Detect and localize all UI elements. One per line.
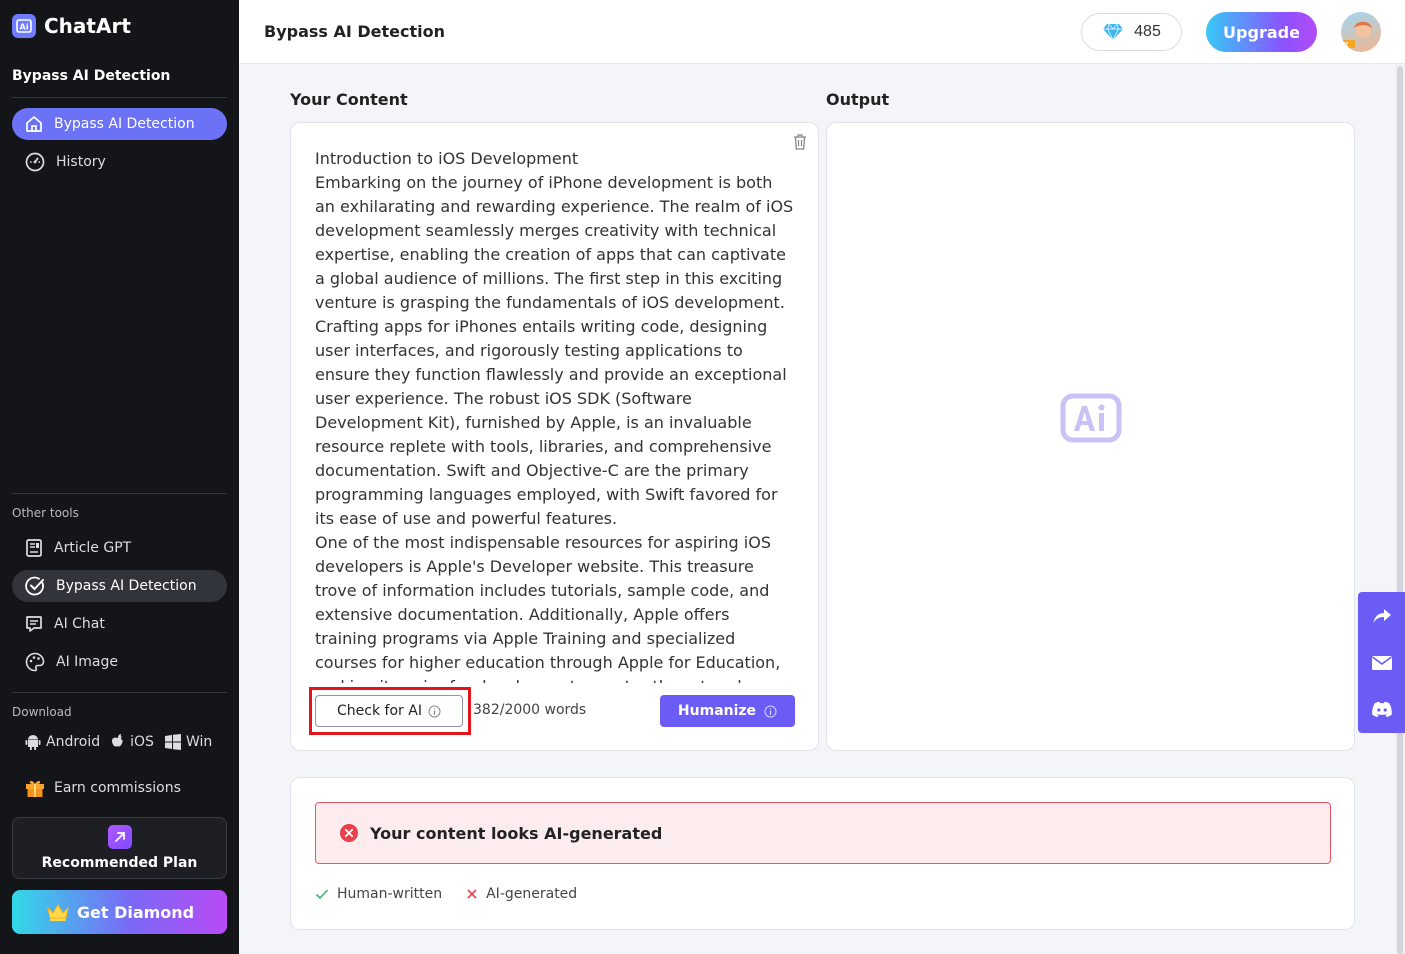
ai-placeholder-icon xyxy=(1060,393,1122,448)
chat-icon xyxy=(26,616,42,632)
check-for-ai-button[interactable]: Check for AI xyxy=(315,695,463,727)
mail-icon xyxy=(1371,655,1392,670)
upgrade-button[interactable]: Upgrade xyxy=(1206,12,1317,52)
download-label-text: iOS xyxy=(130,734,154,750)
article-icon xyxy=(26,539,42,557)
chatart-logo-icon: Ai xyxy=(12,14,36,38)
detection-result-panel: Your content looks AI-generated Human-wr… xyxy=(290,777,1355,930)
check-icon xyxy=(315,889,329,900)
download-android[interactable]: Android xyxy=(24,733,100,751)
android-icon xyxy=(25,735,41,750)
word-count: 382/2000 words xyxy=(473,702,587,718)
history-icon xyxy=(25,152,45,172)
legend-ai-generated: AI-generated xyxy=(466,886,577,902)
avatar[interactable]: X xyxy=(1341,12,1381,52)
info-icon xyxy=(428,705,441,717)
diamond-balance[interactable]: 485 xyxy=(1081,13,1182,51)
svg-text:Ai: Ai xyxy=(20,23,29,32)
sidebar-item-label: History xyxy=(56,154,106,170)
app-logo[interactable]: Ai ChatArt xyxy=(12,14,131,38)
legend-human-written: Human-written xyxy=(315,886,442,902)
download-label-text: Android xyxy=(46,734,101,750)
divider xyxy=(12,97,227,98)
other-tools-label: Other tools xyxy=(12,506,79,520)
earn-commissions-link[interactable]: Earn commissions xyxy=(24,777,181,799)
diamond-count: 485 xyxy=(1134,23,1161,40)
sidebar-item-label: Bypass AI Detection xyxy=(56,578,197,594)
output-panel xyxy=(826,122,1355,751)
download-ios[interactable]: iOS xyxy=(110,733,154,751)
share-icon xyxy=(1373,608,1391,623)
page-title: Bypass AI Detection xyxy=(264,22,446,41)
content-panel: Introduction to iOS Development Embarkin… xyxy=(290,122,819,751)
sidebar: Ai ChatArt Bypass AI Detection Bypass AI… xyxy=(0,0,239,954)
diamond-icon xyxy=(1103,23,1124,41)
sidebar-heading: Bypass AI Detection xyxy=(12,68,171,84)
download-label: Download xyxy=(12,705,72,719)
your-content-label: Your Content xyxy=(290,90,408,109)
discord-icon xyxy=(1371,701,1392,717)
result-legend: Human-written AI-generated xyxy=(315,886,593,902)
humanize-button[interactable]: Humanize xyxy=(660,695,795,727)
result-message: Your content looks AI-generated xyxy=(370,823,663,843)
sidebar-item-bypass-ai-detection[interactable]: Bypass AI Detection xyxy=(12,108,227,140)
check-for-ai-label: Check for AI xyxy=(337,703,422,719)
floating-dock xyxy=(1358,592,1405,733)
trash-icon[interactable] xyxy=(792,133,808,156)
discord-button[interactable] xyxy=(1358,686,1405,733)
top-header: Bypass AI Detection 485 Upgrade X xyxy=(239,0,1405,64)
windows-icon xyxy=(164,734,181,750)
download-row: Android iOS Win xyxy=(24,733,216,751)
sidebar-item-history[interactable]: History xyxy=(12,146,227,178)
email-button[interactable] xyxy=(1358,639,1405,686)
app-name: ChatArt xyxy=(44,14,131,38)
sidebar-item-ai-chat[interactable]: AI Chat xyxy=(12,608,227,640)
check-circle-icon xyxy=(25,576,44,596)
humanize-label: Humanize xyxy=(677,703,757,719)
share-button[interactable] xyxy=(1358,592,1405,639)
get-diamond-button[interactable]: Get Diamond xyxy=(12,890,227,934)
content-textarea[interactable]: Introduction to iOS Development Embarkin… xyxy=(315,147,795,683)
cross-icon xyxy=(467,889,477,899)
gift-icon xyxy=(26,780,44,797)
sidebar-item-article-gpt[interactable]: Article GPT xyxy=(12,532,227,564)
legend-label: Human-written xyxy=(337,886,443,902)
earn-commissions-label: Earn commissions xyxy=(54,780,181,796)
crown-icon xyxy=(47,904,69,921)
sidebar-item-label: AI Chat xyxy=(54,616,105,632)
output-label: Output xyxy=(826,90,890,109)
palette-icon xyxy=(25,652,45,672)
sidebar-item-label: Article GPT xyxy=(54,540,132,556)
svg-text:X: X xyxy=(1343,41,1349,49)
recommended-plan-label: Recommended Plan xyxy=(41,855,198,871)
apple-icon xyxy=(112,734,123,747)
info-icon xyxy=(764,705,777,717)
home-icon xyxy=(26,116,42,132)
divider xyxy=(12,692,227,693)
download-label-text: Win xyxy=(185,734,213,750)
download-windows[interactable]: Win xyxy=(164,733,212,751)
sidebar-item-label: AI Image xyxy=(56,654,119,670)
arrow-up-right-icon xyxy=(107,825,132,849)
sidebar-item-ai-image[interactable]: AI Image xyxy=(12,646,227,678)
legend-label: AI-generated xyxy=(486,886,578,902)
error-icon xyxy=(340,824,358,842)
get-diamond-label: Get Diamond xyxy=(76,902,195,922)
scrollbar-thumb[interactable] xyxy=(1397,66,1403,954)
sidebar-item-label: Bypass AI Detection xyxy=(54,116,195,132)
result-alert: Your content looks AI-generated xyxy=(315,802,1331,864)
sidebar-item-bypass-ai-detection-tool[interactable]: Bypass AI Detection xyxy=(12,570,227,602)
divider xyxy=(12,493,227,494)
recommended-plan-card[interactable]: Recommended Plan xyxy=(12,817,227,879)
